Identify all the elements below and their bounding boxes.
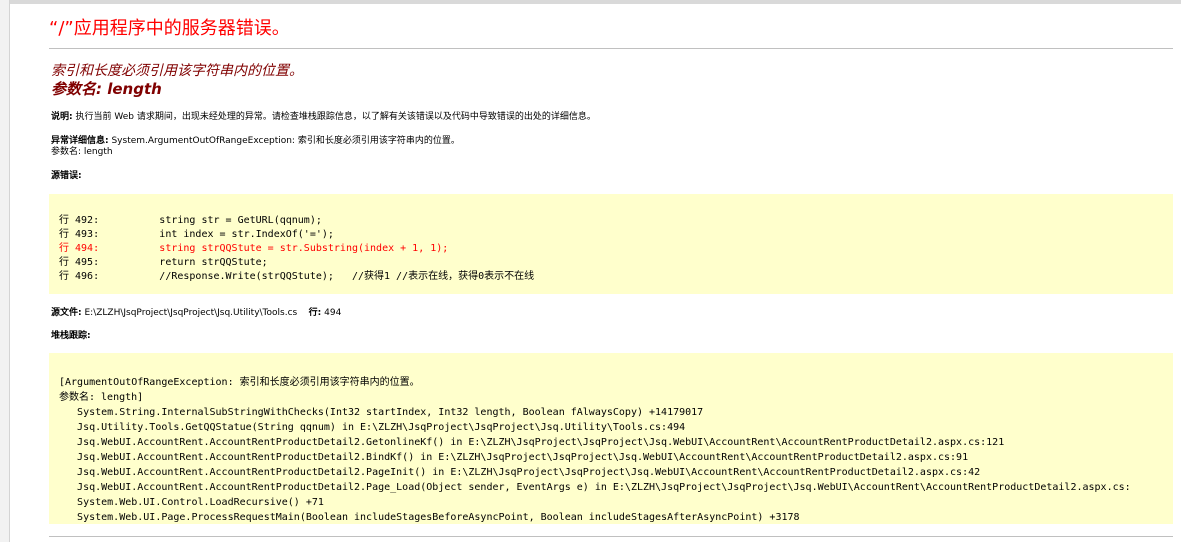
stack-trace-line: Jsq.WebUI.AccountRent.AccountRentProduct… bbox=[59, 437, 1005, 448]
exception-details: 异常详细信息: System.ArgumentOutOfRangeExcepti… bbox=[51, 136, 460, 158]
description-label: 说明: bbox=[51, 112, 73, 122]
stack-trace-line: System.Web.UI.Page.ProcessRequestMain(Bo… bbox=[59, 512, 800, 523]
stack-trace-line: Jsq.Utility.Tools.GetQQStatue(String qqn… bbox=[59, 422, 686, 433]
source-code-lines: 行 492: string str = GetURL(qqnum); 行 493… bbox=[49, 194, 1173, 284]
source-file-row: 源文件: E:\ZLZH\JsqProject\JsqProject\Jsq.U… bbox=[51, 308, 341, 319]
exception-label: 异常详细信息: bbox=[51, 136, 109, 146]
stack-trace-lines: [ArgumentOutOfRangeException: 索引和长度必须引用该… bbox=[49, 353, 1173, 525]
title-divider bbox=[49, 48, 1173, 49]
description-text: 执行当前 Web 请求期间，出现未经处理的异常。请检查堆栈跟踪信息，以了解有关该… bbox=[72, 112, 596, 122]
source-line-label: 行: bbox=[308, 308, 322, 318]
stack-trace-label: 堆栈跟踪: bbox=[51, 331, 91, 341]
source-line: 行 495: return strQQStute; bbox=[59, 257, 268, 268]
stack-trace-heading: 堆栈跟踪: bbox=[51, 331, 91, 342]
source-error-label: 源错误: bbox=[51, 171, 82, 181]
error-message: 索引和长度必须引用该字符串内的位置。 参数名: length bbox=[51, 62, 303, 98]
source-file-path: E:\ZLZH\JsqProject\JsqProject\Jsq.Utilit… bbox=[81, 308, 298, 318]
source-line: 行 496: //Response.Write(strQQStute); //获… bbox=[59, 271, 535, 282]
stack-trace-block: [ArgumentOutOfRangeException: 索引和长度必须引用该… bbox=[49, 353, 1173, 524]
error-message-text: 索引和长度必须引用该字符串内的位置。 bbox=[51, 63, 303, 79]
stack-trace-line: [ArgumentOutOfRangeException: 索引和长度必须引用该… bbox=[59, 377, 420, 388]
source-error-heading: 源错误: bbox=[51, 171, 82, 182]
source-line-value: 494 bbox=[321, 308, 342, 318]
source-line: 行 493: int index = str.IndexOf('='); bbox=[59, 229, 334, 240]
source-file-label: 源文件: bbox=[51, 308, 82, 318]
description-row: 说明: 执行当前 Web 请求期间，出现未经处理的异常。请检查堆栈跟踪信息，以了… bbox=[51, 112, 596, 123]
window-top-bar bbox=[0, 0, 1181, 4]
stack-trace-line: System.String.InternalSubStringWithCheck… bbox=[59, 407, 704, 418]
error-param-name: 参数名: length bbox=[51, 80, 162, 98]
stack-trace-line: Jsq.WebUI.AccountRent.AccountRentProduct… bbox=[59, 452, 969, 463]
stack-trace-line: 参数名: length] bbox=[59, 392, 144, 403]
exception-text: System.ArgumentOutOfRangeException: 索引和长… bbox=[108, 136, 460, 146]
source-line-highlighted: 行 494: string strQQStute = str.Substring… bbox=[59, 243, 449, 254]
bottom-divider bbox=[49, 536, 1173, 537]
exception-param: 参数名: length bbox=[51, 147, 113, 157]
page-title: “/”应用程序中的服务器错误。 bbox=[49, 18, 290, 39]
stack-trace-line: System.Web.UI.Control.LoadRecursive() +7… bbox=[59, 497, 324, 508]
left-scroll-edge bbox=[0, 0, 10, 542]
stack-trace-line: Jsq.WebUI.AccountRent.AccountRentProduct… bbox=[59, 482, 1131, 493]
stack-trace-line: Jsq.WebUI.AccountRent.AccountRentProduct… bbox=[59, 467, 981, 478]
source-code-block: 行 492: string str = GetURL(qqnum); 行 493… bbox=[49, 194, 1173, 294]
source-line: 行 492: string str = GetURL(qqnum); bbox=[59, 215, 322, 226]
